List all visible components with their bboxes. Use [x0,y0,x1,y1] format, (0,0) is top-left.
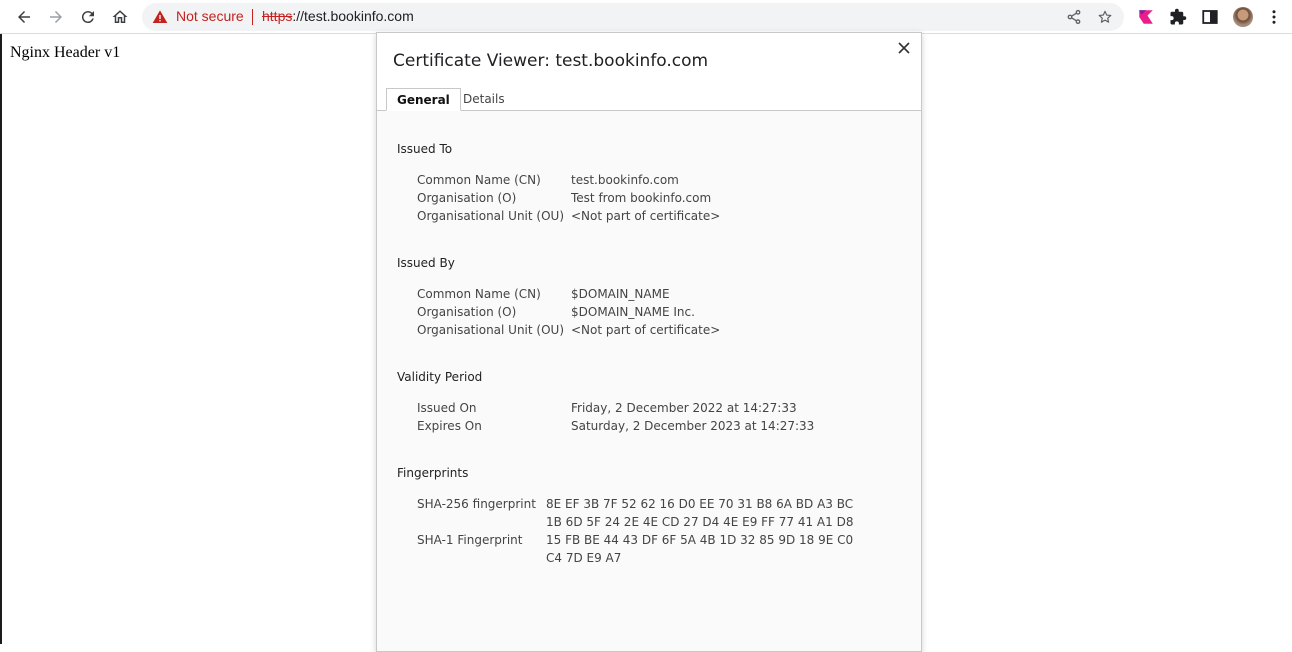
home-button[interactable] [108,5,132,29]
window-edge [0,34,2,644]
security-status-label[interactable]: Not secure [176,8,244,24]
sha1-value-line2: C4 7D E9 A7 [546,551,622,565]
issued-on-label: Issued On [417,401,477,415]
expires-on-label: Expires On [417,419,482,433]
certificate-viewer-dialog: Certificate Viewer: test.bookinfo.com Ge… [376,32,922,652]
avatar[interactable] [1233,7,1253,27]
issued-to-o-label: Organisation (O) [417,191,517,205]
forward-icon [50,11,62,23]
expires-on-value: Saturday, 2 December 2023 at 14:27:33 [571,419,815,433]
issued-by-o-value: $DOMAIN_NAME Inc. [571,305,695,319]
kebab-menu-icon[interactable] [1265,8,1283,26]
section-validity-title: Validity Period [397,370,483,384]
security-separator [252,9,253,25]
section-fingerprints-title: Fingerprints [397,466,469,480]
tab-general[interactable]: General [386,88,461,111]
tab-details[interactable]: Details [453,88,515,111]
issued-to-ou-label: Organisational Unit (OU) [417,209,565,223]
issued-to-cn-value: test.bookinfo.com [571,173,679,187]
close-button[interactable] [895,39,913,57]
extension-flag-icon[interactable] [1137,8,1155,26]
home-icon [112,10,128,23]
issued-by-ou-value: <Not part of certificate> [571,323,721,337]
sha1-label: SHA-1 Fingerprint [417,533,523,547]
back-button[interactable] [12,5,36,29]
url-scheme: https [262,8,293,24]
reload-icon [81,11,94,24]
sha256-label: SHA-256 fingerprint [417,497,536,511]
forward-button[interactable] [44,5,68,29]
close-icon [898,42,910,54]
issued-to-o-value: Test from bookinfo.com [571,191,712,205]
reload-button[interactable] [76,5,100,29]
sha256-value-line1: 8E EF 3B 7F 52 62 16 D0 EE 70 31 B8 6A B… [546,497,854,511]
dialog-tabs: General Details [377,75,921,111]
url-text[interactable]: https://test.bookinfo.com [262,8,414,24]
issued-by-cn-value: $DOMAIN_NAME [571,287,670,301]
sha256-value-line2: 1B 6D 5F 24 2E 4E CD 27 D4 4E E9 FF 77 4… [546,515,854,529]
section-issued-by-title: Issued By [397,256,455,270]
url-host: ://test.bookinfo.com [292,8,414,24]
side-panel-icon[interactable] [1201,8,1219,26]
back-icon [18,11,30,23]
issued-by-ou-label: Organisational Unit (OU) [417,323,565,337]
issued-to-ou-value: <Not part of certificate> [571,209,721,223]
puzzle-icon[interactable] [1169,8,1187,26]
address-bar[interactable]: Not secure https://test.bookinfo.com [142,3,1124,31]
dialog-title: Certificate Viewer: test.bookinfo.com [393,51,709,71]
issued-by-cn-label: Common Name (CN) [417,287,541,301]
share-icon[interactable] [1066,9,1082,25]
sha1-value-line1: 15 FB BE 44 43 DF 6F 5A 4B 1D 32 85 9D 1… [546,533,854,547]
issued-by-o-label: Organisation (O) [417,305,517,319]
section-issued-to-title: Issued To [397,142,453,156]
issued-on-value: Friday, 2 December 2022 at 14:27:33 [571,401,797,415]
page-heading: Nginx Header v1 [10,44,121,61]
warning-icon[interactable] [152,9,168,25]
star-icon[interactable] [1097,9,1113,25]
dialog-header: Certificate Viewer: test.bookinfo.com [377,33,921,75]
issued-to-cn-label: Common Name (CN) [417,173,541,187]
browser-toolbar: Not secure https://test.bookinfo.com [0,0,1292,34]
